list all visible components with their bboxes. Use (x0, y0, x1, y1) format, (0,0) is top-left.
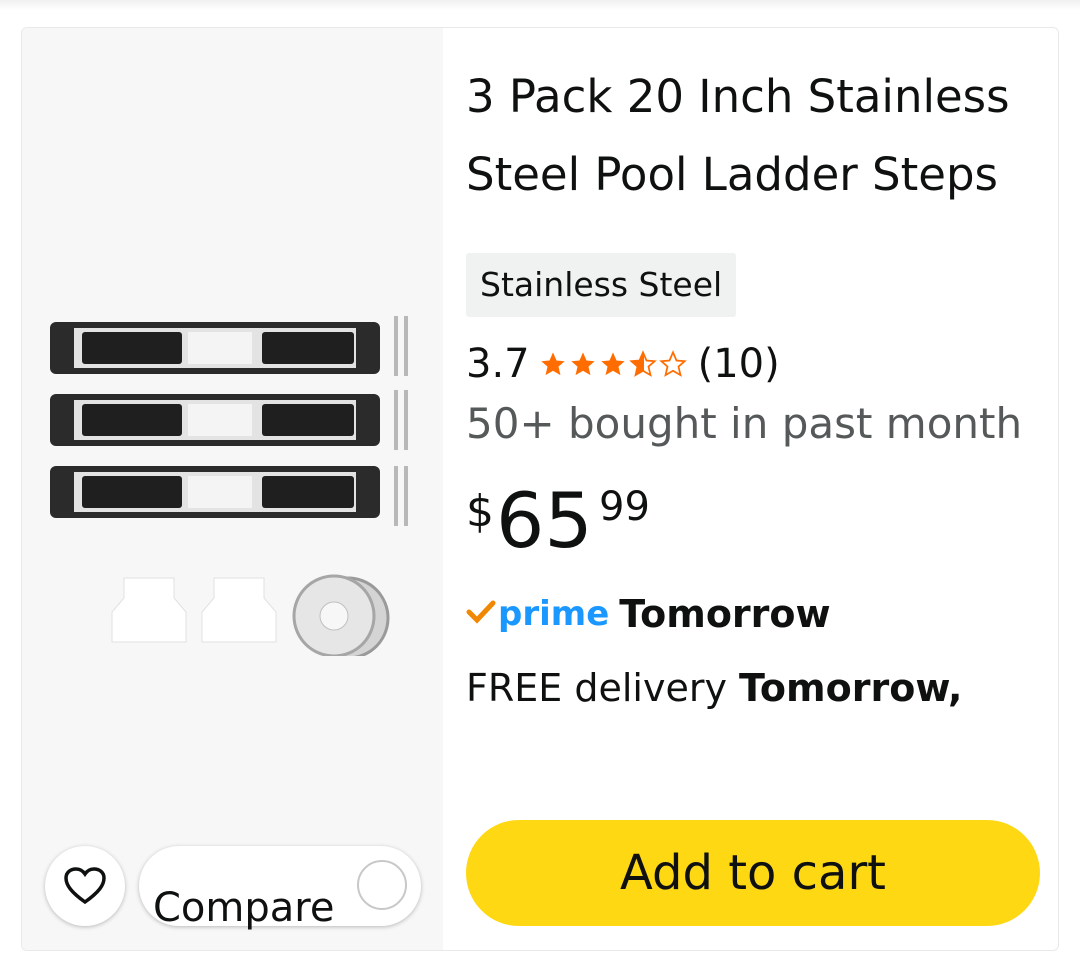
price-symbol: $ (466, 486, 494, 537)
prime-logo: prime (466, 594, 609, 634)
heart-icon (64, 867, 106, 905)
image-panel: Compare (22, 28, 443, 950)
wishlist-button[interactable] (45, 846, 125, 926)
star-icon (540, 352, 565, 376)
plastic-caps (111, 577, 277, 643)
prime-label: prime (498, 594, 610, 634)
bought-count: 50+ bought in past month (466, 399, 1023, 448)
ladder-step (50, 466, 380, 518)
ladder-step (50, 322, 380, 374)
price-whole: 65 (496, 476, 593, 565)
prime-delivery-row: prime Tomorrow (466, 584, 831, 644)
star-icon (600, 352, 625, 376)
star-half-icon (628, 350, 657, 377)
star-icon (570, 352, 595, 376)
prime-delivery-day: Tomorrow (619, 592, 831, 636)
compare-radio[interactable] (357, 860, 407, 910)
free-delivery: FREE delivery Tomorrow, (466, 660, 962, 716)
star-rating (538, 350, 688, 378)
add-to-cart-button[interactable]: Add to cart (466, 820, 1040, 926)
compare-label: Compare (153, 885, 335, 931)
steel-washers (292, 574, 390, 656)
top-shadow (0, 0, 1080, 10)
product-image[interactable] (44, 316, 424, 656)
star-empty-icon (658, 350, 687, 377)
ladder-step (50, 394, 380, 446)
product-card[interactable]: Compare 3 Pack 20 Inch Stainless Steel P… (21, 27, 1059, 951)
prime-check-icon (466, 600, 496, 624)
free-delivery-prefix: FREE delivery (466, 666, 740, 710)
free-delivery-date: Tomorrow, (739, 666, 963, 710)
price-fraction: 99 (599, 484, 650, 530)
compare-button[interactable]: Compare (139, 846, 421, 931)
product-details: 3 Pack 20 Inch Stainless Steel Pool Ladd… (466, 28, 1056, 950)
rating-value: 3.7 (466, 341, 530, 387)
rating-count[interactable]: (10) (698, 341, 780, 387)
variant-chip[interactable]: Stainless Steel (466, 253, 737, 317)
product-title[interactable]: 3 Pack 20 Inch Stainless Steel Pool Ladd… (466, 58, 1026, 238)
rating-row[interactable]: 3.7 (10) (466, 334, 780, 394)
text-fade (466, 740, 1056, 760)
bolts (394, 316, 408, 526)
